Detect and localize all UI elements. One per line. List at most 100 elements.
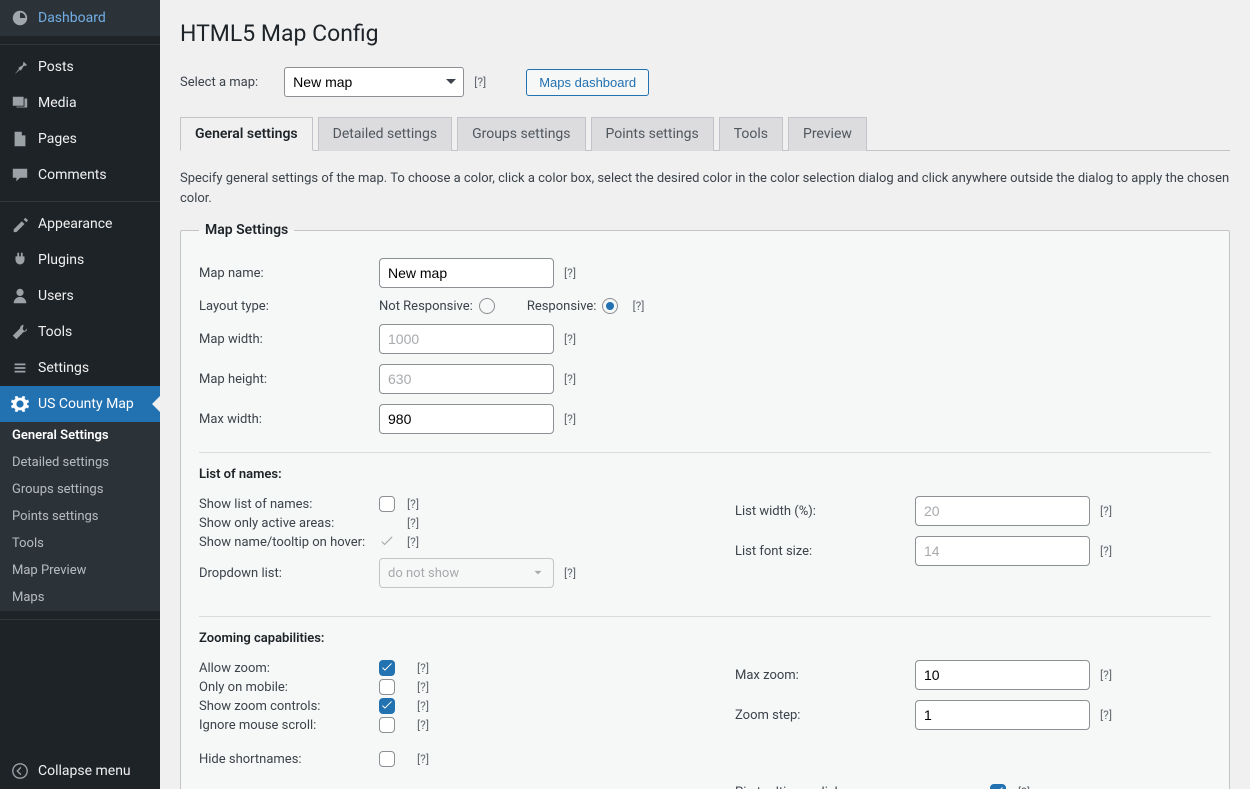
show-hover-checkbox[interactable] (379, 534, 395, 550)
help-icon[interactable]: [?] (564, 372, 576, 386)
map-name-input[interactable] (379, 258, 554, 288)
sidebar-item-tools[interactable]: Tools (0, 314, 160, 350)
allow-zoom-checkbox[interactable] (379, 660, 395, 676)
sidebar-item-users[interactable]: Users (0, 278, 160, 314)
not-responsive-label: Not Responsive: (379, 299, 473, 314)
page-title: HTML5 Map Config (180, 20, 1230, 47)
sidebar-item-us-county-map[interactable]: US County Map (0, 386, 160, 422)
help-icon[interactable]: [?] (407, 497, 419, 511)
pin-tooltip-checkbox[interactable] (990, 784, 1006, 789)
max-zoom-label: Max zoom: (735, 668, 915, 683)
submenu-points-settings[interactable]: Points settings (0, 503, 160, 530)
sidebar-label: Users (38, 288, 74, 304)
zoom-header: Zooming capabilities: (199, 631, 1211, 646)
map-width-input (379, 324, 554, 354)
show-controls-checkbox[interactable] (379, 698, 395, 714)
ignore-scroll-label: Ignore mouse scroll: (199, 718, 379, 733)
sidebar-item-pages[interactable]: Pages (0, 121, 160, 157)
submenu-detailed-settings[interactable]: Detailed settings (0, 449, 160, 476)
list-width-input (915, 496, 1090, 526)
dropdown-select[interactable]: do not show (379, 558, 554, 588)
tab-general-settings[interactable]: General settings (180, 117, 313, 151)
sidebar-item-media[interactable]: Media (0, 85, 160, 121)
sidebar-label: Comments (38, 167, 107, 183)
sidebar-label: Posts (38, 59, 74, 75)
show-list-checkbox[interactable] (379, 496, 395, 512)
not-responsive-radio[interactable] (479, 298, 495, 314)
sidebar-item-posts[interactable]: Posts (0, 49, 160, 85)
list-font-label: List font size: (735, 544, 915, 559)
help-icon[interactable]: [?] (1100, 504, 1112, 518)
help-icon[interactable]: [?] (564, 266, 576, 280)
help-icon[interactable]: [?] (1100, 544, 1112, 558)
dashboard-icon (10, 8, 30, 28)
pin-tooltip-label: Pin tooltip on click: (735, 785, 990, 789)
sidebar-item-appearance[interactable]: Appearance (0, 206, 160, 242)
max-width-input[interactable] (379, 404, 554, 434)
map-settings-fieldset: Map Settings Map name: [?] Layout type: … (180, 222, 1230, 789)
tab-tools[interactable]: Tools (719, 117, 783, 151)
sidebar-label: Dashboard (38, 10, 106, 26)
collapse-menu[interactable]: Collapse menu (0, 753, 160, 789)
sidebar-label: Tools (38, 324, 72, 340)
help-icon[interactable]: [?] (564, 566, 576, 580)
list-names-header: List of names: (199, 467, 1211, 482)
submenu-general-settings[interactable]: General Settings (0, 422, 160, 449)
sidebar-label: Appearance (38, 216, 112, 232)
help-icon[interactable]: [?] (417, 680, 429, 694)
help-icon[interactable]: [?] (632, 299, 644, 313)
tools-icon (10, 322, 30, 342)
help-icon[interactable]: [?] (407, 516, 419, 530)
ignore-scroll-checkbox[interactable] (379, 717, 395, 733)
responsive-radio[interactable] (602, 298, 618, 314)
plugins-icon (10, 250, 30, 270)
help-icon[interactable]: [?] (564, 332, 576, 346)
help-icon[interactable]: [?] (417, 718, 429, 732)
submenu-tools[interactable]: Tools (0, 530, 160, 557)
sidebar-item-plugins[interactable]: Plugins (0, 242, 160, 278)
show-list-label: Show list of names: (199, 497, 379, 512)
gear-icon (10, 394, 30, 414)
zoom-step-input[interactable] (915, 700, 1090, 730)
chevron-down-icon (531, 566, 545, 580)
help-icon[interactable]: [?] (417, 661, 429, 675)
tab-preview[interactable]: Preview (788, 117, 867, 151)
sidebar-submenu: General Settings Detailed settings Group… (0, 422, 160, 611)
sidebar-item-dashboard[interactable]: Dashboard (0, 0, 160, 36)
only-mobile-checkbox[interactable] (379, 679, 395, 695)
list-font-input (915, 536, 1090, 566)
help-icon[interactable]: [?] (564, 412, 576, 426)
submenu-maps[interactable]: Maps (0, 584, 160, 611)
hide-short-checkbox[interactable] (379, 751, 395, 767)
tabs: General settings Detailed settings Group… (180, 117, 1230, 151)
help-icon[interactable]: [?] (474, 75, 486, 89)
help-icon[interactable]: [?] (1018, 785, 1030, 789)
map-height-label: Map height: (199, 372, 379, 387)
help-icon[interactable]: [?] (417, 752, 429, 766)
pin-icon (10, 57, 30, 77)
sidebar-label: Plugins (38, 252, 84, 268)
sidebar-item-settings[interactable]: Settings (0, 350, 160, 386)
appearance-icon (10, 214, 30, 234)
submenu-map-preview[interactable]: Map Preview (0, 557, 160, 584)
collapse-label: Collapse menu (38, 763, 131, 779)
tab-detailed-settings[interactable]: Detailed settings (318, 117, 452, 151)
help-icon[interactable]: [?] (1100, 668, 1112, 682)
show-hover-label: Show name/tooltip on hover: (199, 535, 379, 550)
allow-zoom-label: Allow zoom: (199, 661, 379, 676)
comments-icon (10, 165, 30, 185)
help-icon[interactable]: [?] (1100, 708, 1112, 722)
hide-short-label: Hide shortnames: (199, 752, 379, 767)
sidebar-item-comments[interactable]: Comments (0, 157, 160, 193)
max-width-label: Max width: (199, 412, 379, 427)
tab-description: Specify general settings of the map. To … (180, 169, 1230, 208)
help-icon[interactable]: [?] (407, 535, 419, 549)
max-zoom-input[interactable] (915, 660, 1090, 690)
submenu-groups-settings[interactable]: Groups settings (0, 476, 160, 503)
tab-points-settings[interactable]: Points settings (591, 117, 714, 151)
maps-dashboard-button[interactable]: Maps dashboard (526, 69, 649, 96)
select-map-dropdown[interactable]: New map (284, 67, 464, 97)
pages-icon (10, 129, 30, 149)
tab-groups-settings[interactable]: Groups settings (457, 117, 585, 151)
help-icon[interactable]: [?] (417, 699, 429, 713)
